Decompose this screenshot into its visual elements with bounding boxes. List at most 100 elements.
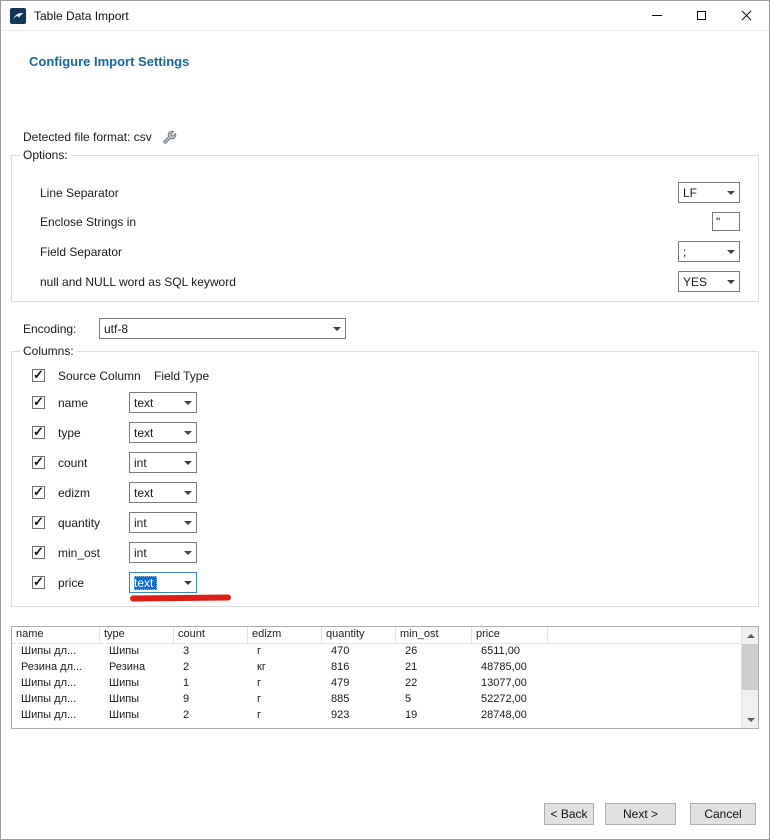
field-type-select-edizm[interactable]: text (129, 482, 197, 503)
field-type-value: text (134, 396, 153, 410)
chevron-down-icon (180, 483, 196, 502)
table-cell: г (248, 644, 322, 660)
preview-header-row: name type count edizm quantity min_ost p… (12, 627, 741, 644)
scroll-up-button[interactable] (742, 627, 759, 644)
field-type-select-name[interactable]: text (129, 392, 197, 413)
column-checkbox-quantity[interactable] (32, 516, 45, 529)
null-keyword-value: YES (683, 275, 707, 289)
chevron-down-icon (180, 573, 196, 592)
field-type-header: Field Type (154, 369, 209, 383)
table-cell (548, 676, 741, 692)
column-checkbox-edizm[interactable] (32, 486, 45, 499)
table-cell: 48785,00 (472, 660, 548, 676)
column-row-type: type text (32, 422, 197, 443)
chevron-down-icon (180, 513, 196, 532)
table-row[interactable]: Шипы дл... Шипы 1 г 479 22 13077,00 (12, 676, 741, 692)
table-cell: 52272,00 (472, 692, 548, 708)
field-type-select-price[interactable]: text (129, 572, 197, 593)
table-cell: 5 (396, 692, 472, 708)
table-cell: Шипы (100, 644, 174, 660)
field-separator-value: ; (683, 245, 686, 259)
window-title: Table Data Import (34, 9, 129, 23)
table-row[interactable]: Шипы дл... Шипы 2 г 923 19 28748,00 (12, 708, 741, 724)
titlebar: Table Data Import (1, 1, 769, 31)
table-cell: 1 (174, 676, 248, 692)
close-button[interactable] (724, 1, 769, 30)
preview-header-filler (548, 627, 741, 643)
chevron-down-icon (180, 543, 196, 562)
table-cell: г (248, 676, 322, 692)
column-row-min-ost: min_ost int (32, 542, 197, 563)
column-name-label: count (58, 456, 129, 470)
columns-group-label: Columns: (20, 344, 77, 358)
column-row-count: count int (32, 452, 197, 473)
column-name-label: type (58, 426, 129, 440)
preview-table: name type count edizm quantity min_ost p… (11, 626, 759, 729)
chevron-down-icon (723, 242, 739, 261)
table-cell (548, 644, 741, 660)
table-row[interactable]: Шипы дл... Шипы 9 г 885 5 52272,00 (12, 692, 741, 708)
column-checkbox-name[interactable] (32, 396, 45, 409)
minimize-button[interactable] (634, 1, 679, 30)
column-checkbox-price[interactable] (32, 576, 45, 589)
table-cell: 816 (322, 660, 396, 676)
columns-group: Columns: Source Column Field Type name t… (11, 351, 759, 607)
field-separator-row: Field Separator ; (40, 241, 740, 262)
table-cell: 13077,00 (472, 676, 548, 692)
app-icon (10, 8, 26, 24)
preview-header-cell: min_ost (396, 627, 472, 643)
column-checkbox-min-ost[interactable] (32, 546, 45, 559)
wrench-icon[interactable] (162, 130, 177, 145)
detected-format-label: Detected file format: csv (23, 130, 152, 144)
table-cell: 22 (396, 676, 472, 692)
field-type-value: int (134, 516, 147, 530)
table-cell (548, 708, 741, 724)
field-type-select-min-ost[interactable]: int (129, 542, 197, 563)
column-checkbox-count[interactable] (32, 456, 45, 469)
field-type-value: text (134, 426, 153, 440)
null-keyword-select[interactable]: YES (678, 271, 740, 292)
table-row[interactable]: Шипы дл... Шипы 3 г 470 26 6511,00 (12, 644, 741, 660)
table-cell: Резина (100, 660, 174, 676)
preview-scrollbar[interactable] (741, 627, 758, 728)
scrollbar-thumb[interactable] (742, 644, 759, 690)
field-type-select-count[interactable]: int (129, 452, 197, 473)
field-type-value: text (134, 486, 153, 500)
field-type-select-quantity[interactable]: int (129, 512, 197, 533)
red-underline-annotation (130, 594, 231, 601)
window-controls (634, 1, 769, 30)
encoding-select[interactable]: utf-8 (99, 318, 346, 339)
select-all-columns-checkbox[interactable] (32, 369, 45, 382)
maximize-button[interactable] (679, 1, 724, 30)
preview-header-cell: quantity (322, 627, 396, 643)
field-type-value: text (134, 576, 157, 590)
null-keyword-label: null and NULL word as SQL keyword (40, 275, 678, 289)
column-name-label: quantity (58, 516, 129, 530)
maximize-icon (697, 11, 706, 20)
field-type-select-type[interactable]: text (129, 422, 197, 443)
table-cell: Шипы дл... (12, 708, 100, 724)
table-cell: Шипы дл... (12, 644, 100, 660)
table-cell (548, 660, 741, 676)
enclose-strings-input[interactable] (712, 212, 740, 231)
chevron-down-icon (180, 393, 196, 412)
field-separator-select[interactable]: ; (678, 241, 740, 262)
preview-header-cell: edizm (248, 627, 322, 643)
page-title: Configure Import Settings (29, 54, 189, 69)
scroll-down-button[interactable] (742, 711, 759, 728)
table-cell: 21 (396, 660, 472, 676)
table-cell: 923 (322, 708, 396, 724)
next-button[interactable]: Next > (605, 803, 676, 825)
preview-header-cell: price (472, 627, 548, 643)
table-row[interactable]: Резина дл... Резина 2 кг 816 21 48785,00 (12, 660, 741, 676)
cancel-button[interactable]: Cancel (690, 803, 756, 825)
line-separator-select[interactable]: LF (678, 182, 740, 203)
table-cell: Шипы (100, 676, 174, 692)
enclose-strings-row: Enclose Strings in (40, 211, 740, 232)
column-checkbox-type[interactable] (32, 426, 45, 439)
table-cell: 2 (174, 660, 248, 676)
column-row-edizm: edizm text (32, 482, 197, 503)
column-row-price: price text (32, 572, 197, 593)
back-button[interactable]: < Back (544, 803, 594, 825)
preview-header-cell: count (174, 627, 248, 643)
